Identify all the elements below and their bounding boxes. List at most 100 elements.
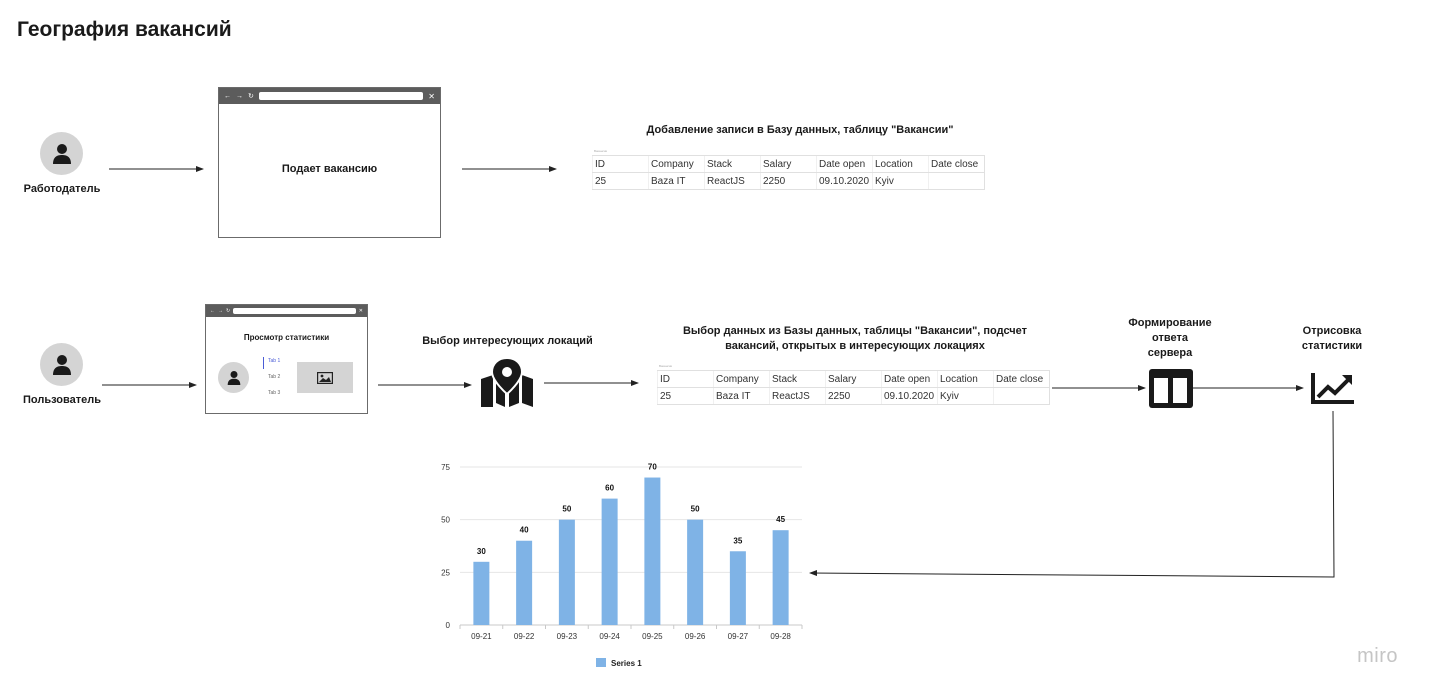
vacancies-table-insert: ID Company Stack Salary Date open Locati… [592,155,985,190]
column-header: Date close [928,155,985,173]
bar-value-label: 30 [477,547,486,556]
chart-bar [516,540,533,625]
server-response-caption: Формирование ответа сервера [1110,316,1230,361]
user-icon [52,143,71,164]
table-cell: 2250 [760,172,817,190]
address-bar [258,92,424,100]
map-pin-icon [481,357,533,407]
locations-caption: Выбор интересующих локаций [422,335,593,347]
x-tick-label: 09-26 [685,632,706,641]
table-header-row: ID Company Stack Salary Date open Locati… [592,155,985,173]
x-tick-label: 09-25 [642,632,663,641]
table-cell: Baza IT [713,387,770,405]
y-tick-label: 50 [441,516,450,525]
y-tick-label: 25 [441,568,450,577]
tab-2[interactable]: Tab 2 [268,374,280,380]
table-row: 25 Baza IT ReactJS 2250 09.10.2020 Kyiv [592,172,985,190]
user-avatar [40,343,83,386]
table-cell: 09.10.2020 [816,172,873,190]
bar-value-label: 50 [691,505,700,514]
table-label: Вакансии [659,364,673,368]
bar-value-label: 40 [520,526,529,535]
reload-icon: ↻ [226,307,231,314]
tab-3[interactable]: Tab 3 [268,390,280,396]
bar-value-label: 60 [605,484,614,493]
chart-y-axis: 0 25 50 75 [441,463,450,630]
chart-gridlines [460,466,802,626]
vacancies-bar-chart: 0 25 50 75 30 40 50 60 70 50 35 45 09-21 09-22 09-23… [441,463,803,668]
column-header: Stack [769,370,826,388]
trending-up-chart-icon [1311,373,1354,404]
arrow-render-to-chart [809,410,1335,578]
y-tick-label: 75 [441,463,450,472]
table-cell [928,172,985,190]
server-caption-line-1: Формирование [1128,317,1212,329]
column-header: Company [713,370,770,388]
column-header: Stack [704,155,761,173]
table-cell: 25 [657,387,714,405]
chart-bar [772,530,789,625]
forward-arrow-icon: → [236,92,243,100]
stats-page-title: Просмотр статистики [243,333,330,342]
chart-x-axis: 09-21 09-22 09-23 09-24 09-25 09-26 09-27 09-28 [459,625,803,641]
employer-browser-window: ← → ↻ ✕ Подает вакансию [218,87,441,238]
tab-1[interactable]: Tab 1 [268,358,280,364]
column-header: ID [657,370,714,388]
user-icon [52,354,71,375]
render-stats-caption: Отрисовка статистики [1272,324,1392,354]
db-select-caption: Выбор данных из Базы данных, таблицы "Ва… [655,324,1055,354]
close-icon: ✕ [358,308,363,314]
browser-toolbar: ← → ↻ ✕ [219,88,440,104]
table-header-row: ID Company Stack Salary Date open Locati… [657,370,1050,388]
back-arrow-icon: ← [224,92,231,100]
image-icon [317,371,333,384]
table-row: 25 Baza IT ReactJS 2250 09.10.2020 Kyiv [657,387,1050,405]
address-bar [233,308,356,314]
table-cell: Baza IT [648,172,705,190]
table-cell: 2250 [825,387,882,405]
browser-toolbar: ← → ↻ ✕ [206,305,367,317]
bar-value-label: 50 [562,505,571,514]
chart-bar [558,519,575,625]
forward-arrow-icon: → [218,307,223,314]
table-cell: Kyiv [872,172,929,190]
x-tick-label: 09-22 [514,632,535,641]
chart-bar [473,561,490,625]
legend-swatch [596,658,606,667]
column-header: Company [648,155,705,173]
legend-label: Series 1 [611,659,642,668]
user-icon [227,370,240,385]
stats-avatar [218,362,249,393]
submit-vacancy-caption: Подает вакансию [281,163,378,175]
vacancies-table-select: ID Company Stack Salary Date open Locati… [657,370,1050,405]
bar-value-label: 70 [648,463,657,472]
x-tick-label: 09-23 [557,632,578,641]
user-label: Пользователь [22,394,101,406]
close-icon: ✕ [428,91,435,101]
chart-legend: Series 1 [596,658,642,668]
table-cell: 25 [592,172,649,190]
column-header: Location [872,155,929,173]
x-tick-label: 09-28 [770,632,791,641]
table-cell [993,387,1050,405]
x-tick-label: 09-24 [599,632,620,641]
table-cell: ReactJS [704,172,761,190]
server-caption-line-3: сервера [1147,347,1193,359]
bar-value-label: 35 [733,536,742,545]
table-cell: 09.10.2020 [881,387,938,405]
employer-label: Работодатель [23,183,101,195]
employer-avatar [40,132,83,175]
reload-icon: ↻ [248,92,254,100]
two-column-layout-icon [1149,369,1193,408]
chart-bar [729,551,746,625]
server-caption-line-2: ответа [1152,332,1188,344]
bar-value-label: 45 [776,515,785,524]
column-header: Salary [760,155,817,173]
render-caption-line-2: статистики [1301,340,1363,352]
column-header: Date open [881,370,938,388]
image-placeholder [297,362,353,393]
db-select-caption-line-2: вакансий, открытых в интересующих локаци… [725,340,985,352]
chart-bar [644,477,661,625]
render-caption-line-1: Отрисовка [1302,325,1362,337]
chart-bars: 30 40 50 60 70 50 35 45 [473,463,789,625]
